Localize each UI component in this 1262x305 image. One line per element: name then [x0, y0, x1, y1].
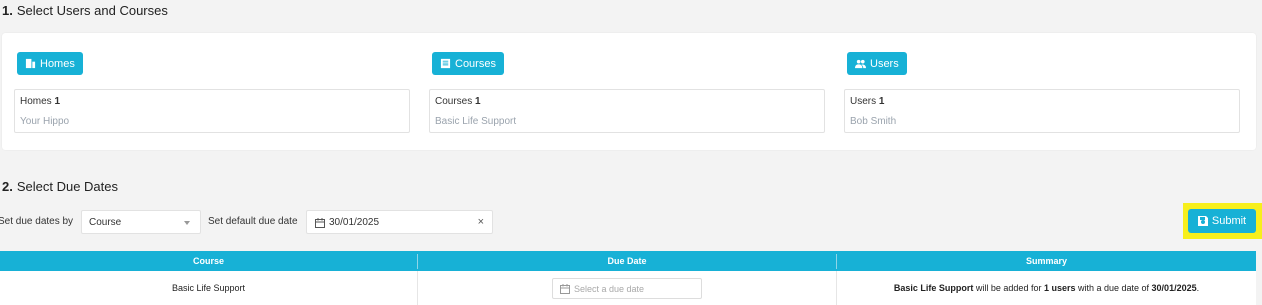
chevron-down-icon	[184, 221, 190, 225]
summary-text-1: will be added for	[973, 283, 1044, 293]
building-icon	[25, 58, 36, 69]
summary-users: 1 users	[1043, 283, 1076, 293]
section-1-text: Select Users and Courses	[16, 3, 168, 18]
set-due-dates-by-value: Course	[89, 217, 122, 228]
row-course: Basic Life Support	[171, 283, 246, 293]
summary-text-2: with a due date of	[1075, 283, 1152, 293]
default-due-date-field[interactable]: 30/01/2025 ×	[306, 210, 493, 234]
default-due-date-label: Set default due date	[208, 216, 298, 227]
summary-course: Basic Life Support	[893, 283, 974, 293]
row-summary: Basic Life Support will be added for 1 u…	[837, 271, 1256, 305]
due-dates-table-header: Course Due Date Summary	[0, 251, 1256, 271]
courses-count: 1	[475, 96, 481, 107]
homes-button-label: Homes	[40, 57, 75, 70]
selection-card: Homes Homes 1 Your Hippo Courses Courses…	[2, 33, 1256, 150]
courses-value: Basic Life Support	[435, 116, 517, 127]
book-icon	[440, 58, 451, 69]
clear-date-icon[interactable]: ×	[478, 216, 484, 228]
courses-header: Courses 1	[435, 96, 481, 107]
homes-header: Homes 1	[20, 96, 60, 107]
table-row: Basic Life Support Select a due date Bas…	[0, 271, 1256, 305]
section-2-text: Select Due Dates	[16, 179, 119, 194]
calendar-icon	[315, 218, 325, 228]
submit-button[interactable]: Submit	[1188, 209, 1256, 233]
summary-date: 30/01/2025	[1151, 283, 1197, 293]
homes-button[interactable]: Homes	[17, 52, 83, 75]
row-due-date-cell: Select a due date	[418, 271, 836, 305]
users-header: Users 1	[850, 96, 884, 107]
summary-end: .	[1196, 283, 1200, 293]
users-value: Bob Smith	[850, 116, 897, 127]
column-header-due-date: Due Date	[607, 256, 647, 266]
row-due-date-placeholder: Select a due date	[574, 283, 645, 294]
homes-selection-box[interactable]: Homes 1 Your Hippo	[14, 89, 410, 133]
section-2-title: 2. Select Due Dates	[2, 179, 118, 194]
column-header-summary: Summary	[1025, 256, 1068, 266]
row-due-date-input[interactable]: Select a due date	[552, 277, 702, 299]
section-2-number: 2.	[2, 179, 13, 194]
users-button[interactable]: Users	[847, 52, 907, 75]
homes-header-label: Homes	[20, 96, 52, 107]
homes-count: 1	[54, 96, 61, 107]
courses-button[interactable]: Courses	[432, 52, 504, 75]
submit-button-label: Submit	[1211, 215, 1247, 227]
users-icon	[855, 59, 866, 69]
section-1-number: 1.	[2, 3, 13, 18]
users-count: 1	[878, 96, 885, 107]
save-icon	[1197, 216, 1208, 226]
courses-button-label: Courses	[455, 57, 496, 70]
users-button-label: Users	[870, 57, 899, 70]
courses-header-label: Courses	[435, 96, 473, 107]
users-selection-box[interactable]: Users 1 Bob Smith	[844, 89, 1240, 133]
homes-value: Your Hippo	[20, 116, 70, 127]
column-header-course: Course	[192, 256, 224, 266]
users-header-label: Users	[850, 96, 877, 107]
set-due-dates-by-dropdown[interactable]: Course	[81, 210, 201, 234]
courses-selection-box[interactable]: Courses 1 Basic Life Support	[429, 89, 825, 133]
calendar-icon	[560, 283, 570, 294]
section-1-title: 1. Select Users and Courses	[2, 3, 168, 18]
submit-highlight: Submit	[1183, 203, 1262, 239]
set-due-dates-by-label: Set due dates by	[0, 216, 74, 227]
default-due-date-value: 30/01/2025	[329, 217, 380, 228]
